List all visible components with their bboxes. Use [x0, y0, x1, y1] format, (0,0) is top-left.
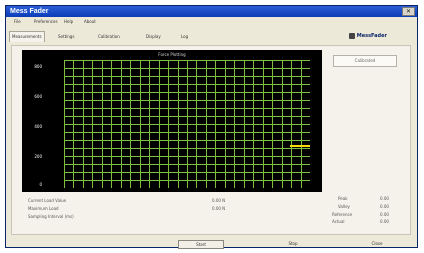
menu-about[interactable]: About	[84, 19, 96, 24]
logo-icon	[348, 32, 355, 39]
close-dialog-button[interactable]: Close	[365, 240, 389, 249]
stop-button[interactable]: Stop	[282, 240, 304, 249]
brand-logo: MessFader	[348, 32, 387, 41]
stat-label-actual: Actual	[332, 219, 345, 224]
force-graph: Force Plotting 800 600 400 200 0	[22, 50, 322, 192]
stat-value-actual: 0.00	[380, 219, 389, 224]
menu-help[interactable]: Help	[64, 19, 73, 24]
stat-value-peak: 0.00	[380, 196, 389, 201]
tab-calibration[interactable]: Calibration	[98, 33, 120, 41]
title-bar: Mess Fader ✕	[6, 6, 417, 17]
stat-value-maximum: 0.00 N	[212, 206, 226, 211]
y-axis-label: 600	[34, 94, 42, 99]
menu-bar: File Preferences Help About	[6, 18, 417, 27]
start-button[interactable]: Start	[178, 240, 224, 249]
graph-plot-area	[64, 60, 310, 188]
menu-preferences[interactable]: Preferences	[34, 19, 58, 24]
stat-value-valley: 0.00	[380, 204, 389, 209]
calibration-status-box: Calibrated	[333, 55, 397, 67]
stat-value-current: 0.00 N	[212, 198, 226, 203]
stat-label-interval: Sampling Interval (ms)	[28, 214, 74, 219]
y-axis-label: 0	[39, 182, 42, 187]
y-axis-label: 200	[34, 154, 42, 159]
logo-text: MessFader	[356, 33, 387, 39]
y-axis-label: 800	[34, 64, 42, 69]
tab-settings[interactable]: Settings	[58, 33, 74, 41]
stat-label-maximum: Maximum Load	[28, 206, 59, 211]
tab-display[interactable]: Display	[146, 33, 161, 41]
graph-title: Force Plotting	[158, 52, 186, 57]
tab-measurements[interactable]: Measurements	[9, 31, 45, 42]
y-axis-label: 400	[34, 124, 42, 129]
stat-label-peak: Peak	[338, 196, 348, 201]
close-button[interactable]: ✕	[402, 7, 415, 16]
stat-label-valley: Valley	[338, 204, 350, 209]
tab-log[interactable]: Log	[181, 33, 188, 41]
menu-file[interactable]: File	[14, 19, 21, 24]
stat-label-reference: Reference	[332, 212, 353, 217]
stat-value-reference: 0.00	[380, 212, 389, 217]
stat-label-current: Current Load Value	[28, 198, 67, 203]
window-title: Mess Fader	[10, 8, 49, 15]
